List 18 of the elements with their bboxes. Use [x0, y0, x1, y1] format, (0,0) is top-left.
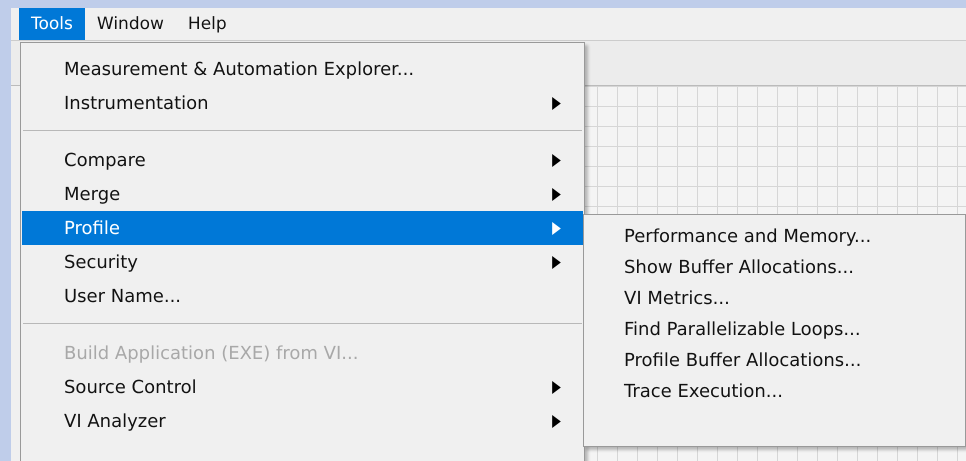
menu-item[interactable]: Profile Buffer Allocations...	[584, 345, 965, 376]
menu-item[interactable]: Source Control	[22, 370, 583, 404]
menu-item[interactable]: Merge	[22, 177, 583, 211]
menu-item[interactable]: Profile	[22, 211, 583, 245]
menu-item[interactable]: Instrumentation	[22, 86, 583, 120]
menu-item[interactable]: Trace Execution...	[584, 376, 965, 407]
menu-bar-item[interactable]: Window	[84, 8, 176, 40]
menu-item[interactable]: Find Parallelizable Loops...	[584, 314, 965, 345]
menu-item[interactable]: Performance and Memory...	[584, 221, 965, 252]
menu-bar-item[interactable]: Tools	[19, 8, 85, 40]
menu-bar-item[interactable]: Help	[176, 8, 239, 40]
menu-item[interactable]: Compare	[22, 143, 583, 177]
menu-item[interactable]: User Name...	[22, 279, 583, 313]
menu-item[interactable]: Show Buffer Allocations...	[584, 252, 965, 283]
menu-item[interactable]: Measurement & Automation Explorer...	[22, 52, 583, 86]
menu-item[interactable]: VI Analyzer	[22, 404, 583, 438]
menu-item[interactable]: Security	[22, 245, 583, 279]
menu-item[interactable]: VI Metrics...	[584, 283, 965, 314]
